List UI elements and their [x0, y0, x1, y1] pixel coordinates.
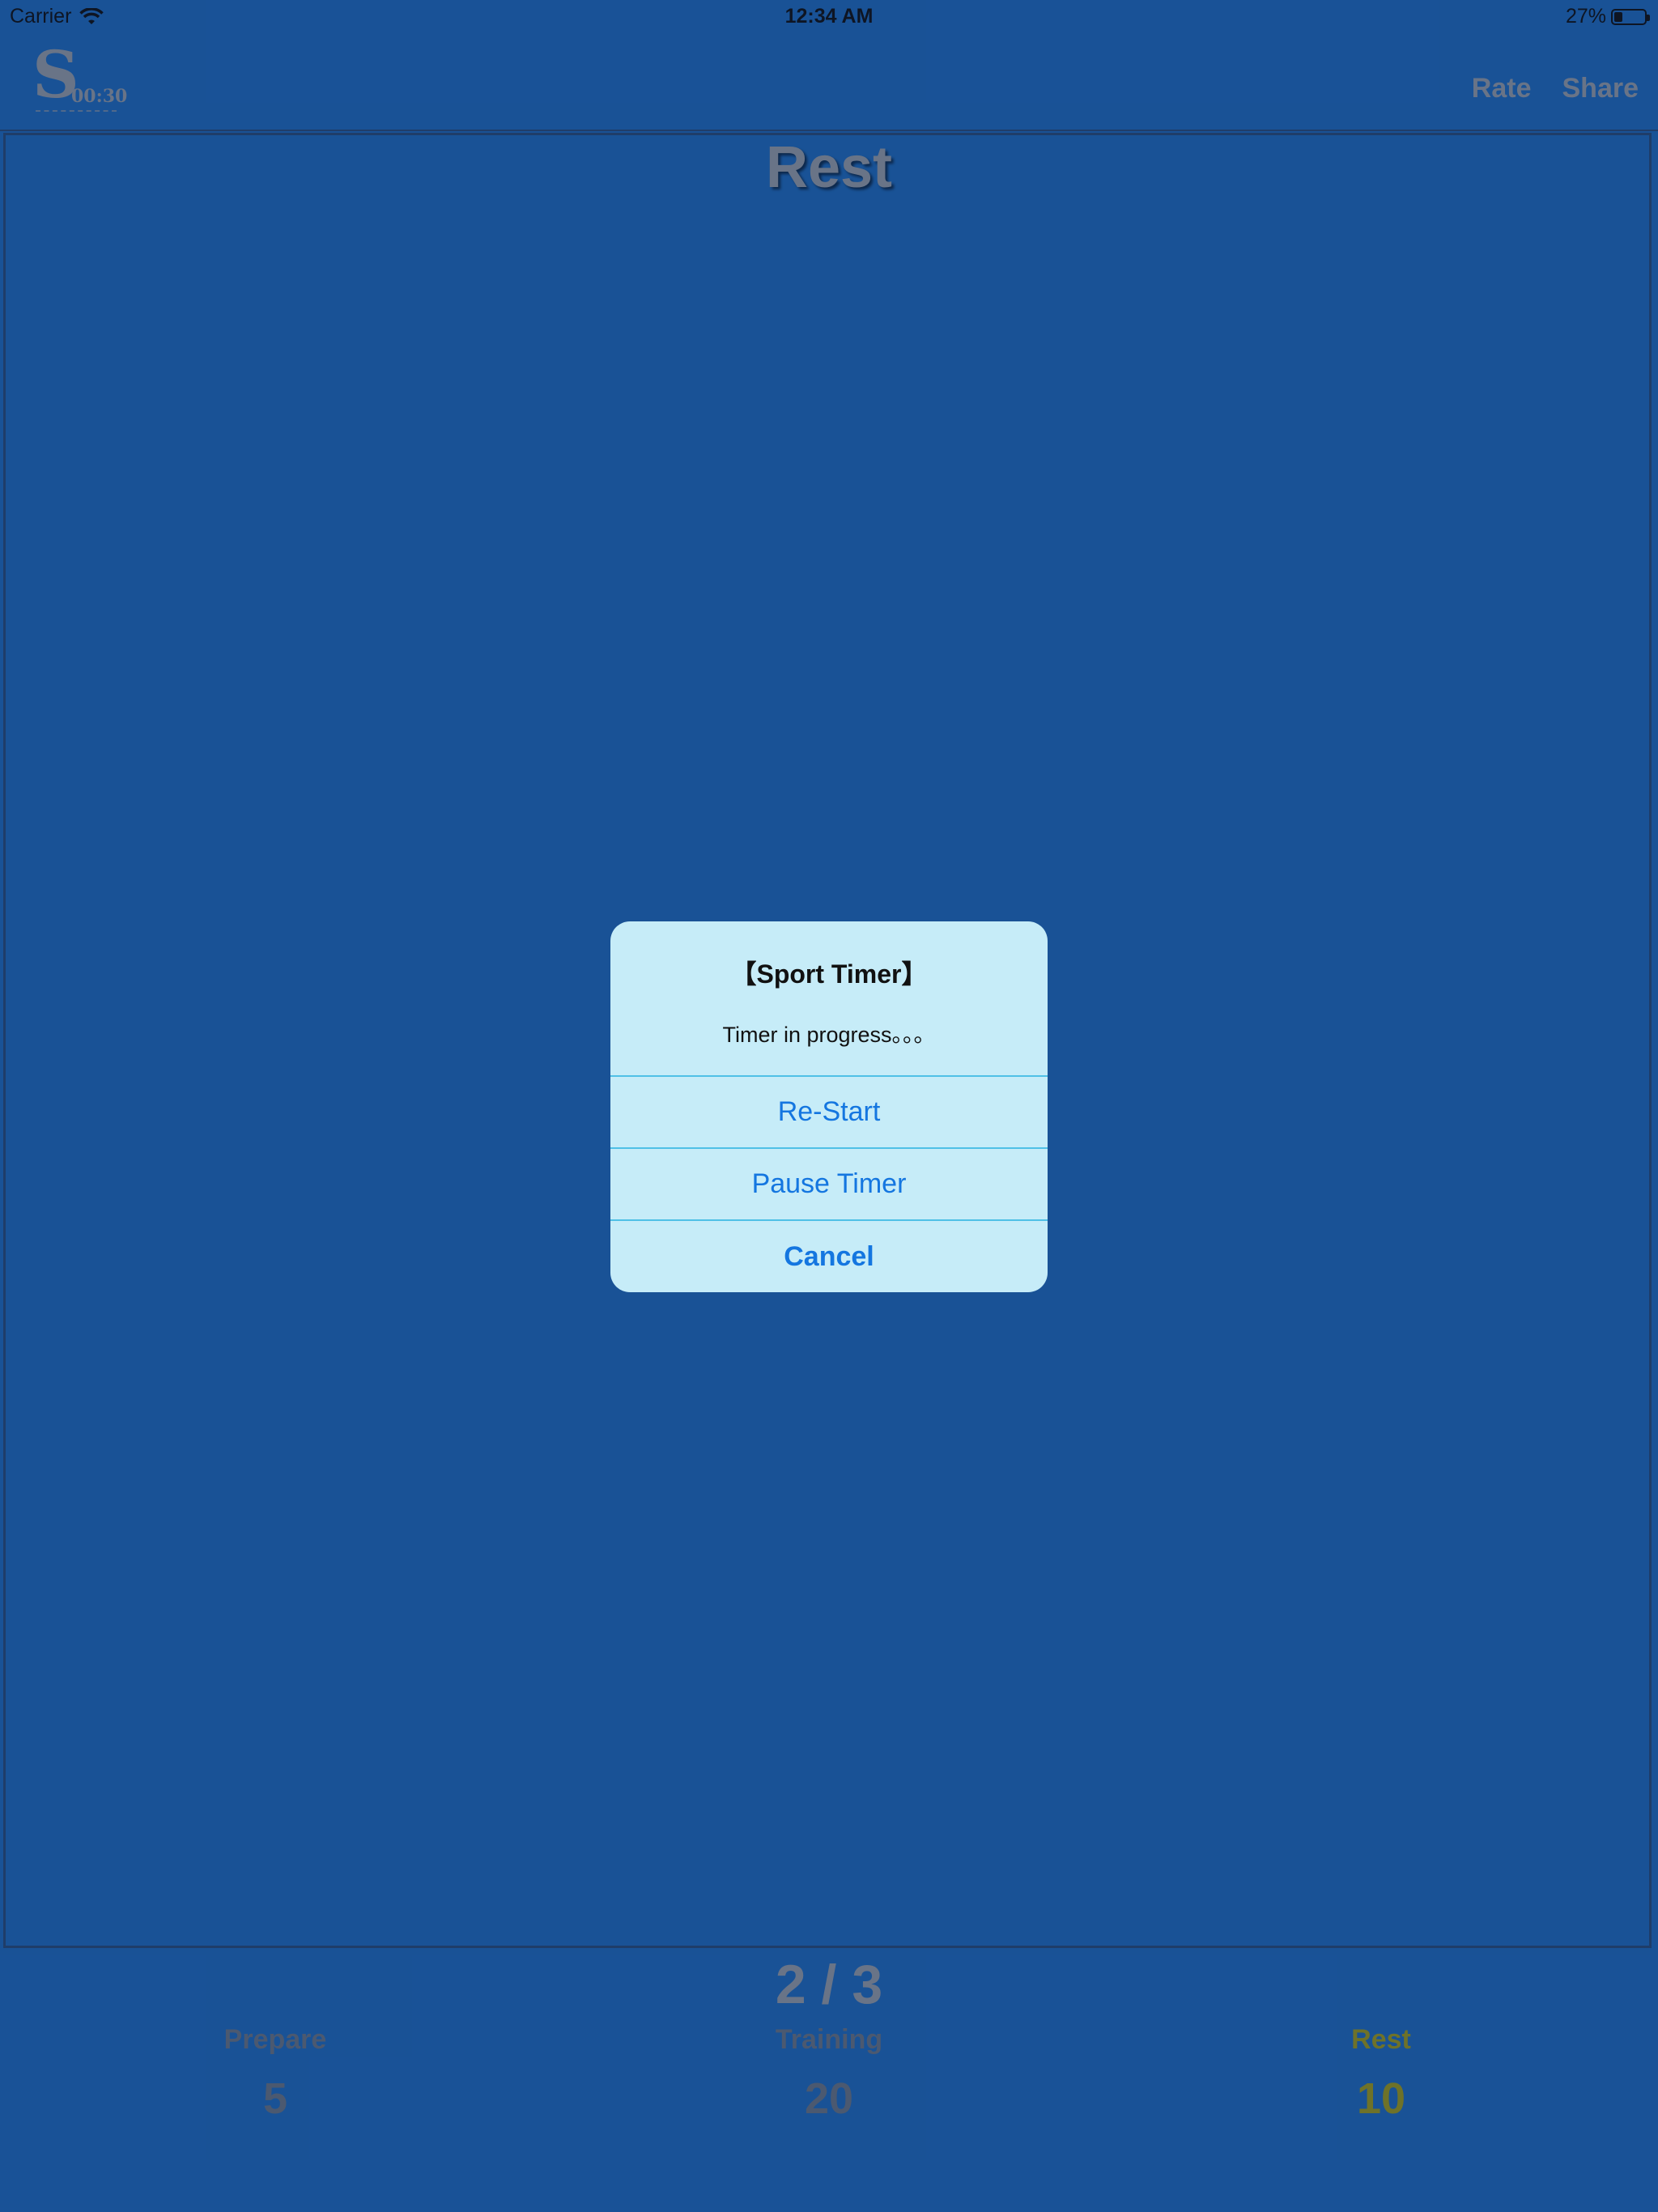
alert-message: Timer in progress。。。: [722, 1023, 936, 1047]
alert-title: 【Sport Timer】: [730, 959, 928, 989]
restart-button[interactable]: Re-Start: [610, 1075, 1048, 1146]
alert-dialog: 【Sport Timer】 Timer in progress。。。 Re-St…: [610, 921, 1048, 1292]
cancel-button[interactable]: Cancel: [610, 1219, 1048, 1292]
pause-timer-button[interactable]: Pause Timer: [610, 1147, 1048, 1219]
